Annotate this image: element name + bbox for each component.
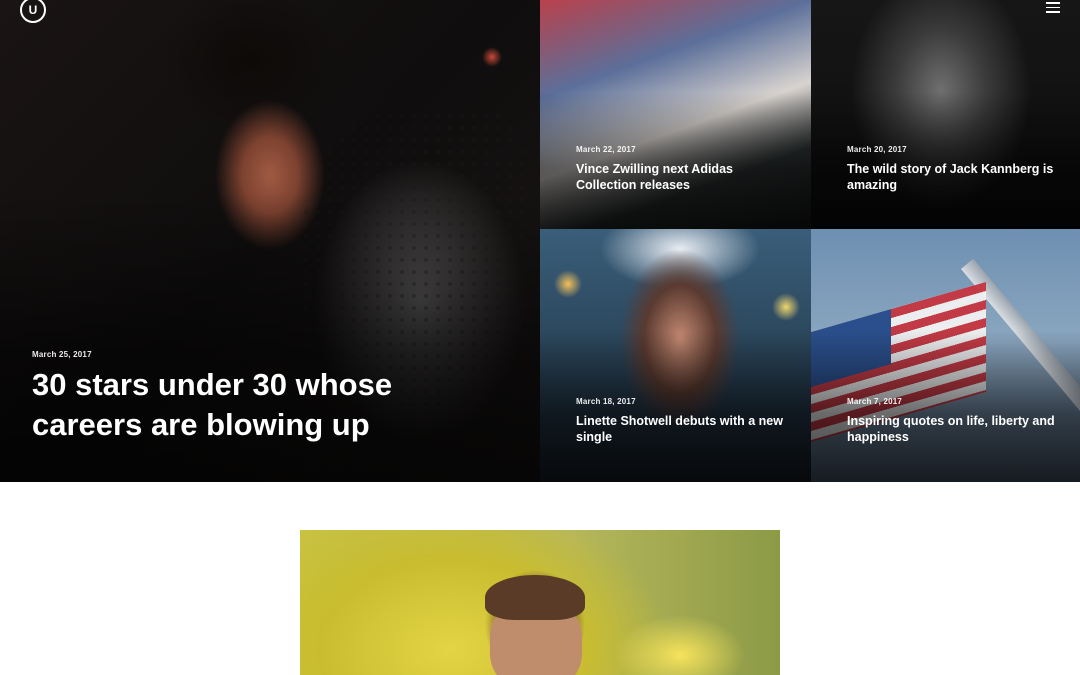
post-title[interactable]: The wild story of Jack Kannberg is amazi…: [847, 161, 1057, 193]
post-meta: March 22, 2017 Vince Zwilling next Adida…: [576, 145, 786, 193]
featured-post-tile[interactable]: March 20, 2017 The wild story of Jack Ka…: [811, 0, 1080, 229]
post-featured-image[interactable]: [300, 530, 780, 675]
post-date: March 25, 2017: [32, 350, 92, 359]
post-title[interactable]: 30 stars under 30 whose careers are blow…: [32, 365, 432, 445]
featured-post-main[interactable]: March 25, 2017 30 stars under 30 whose c…: [0, 0, 540, 482]
post-meta: March 7, 2017 Inspiring quotes on life, …: [847, 397, 1062, 445]
menu-line: [1046, 2, 1060, 4]
post-meta: March 20, 2017 The wild story of Jack Ka…: [847, 145, 1057, 193]
post-date: March 22, 2017: [576, 145, 636, 154]
featured-post-tile[interactable]: March 7, 2017 Inspiring quotes on life, …: [811, 229, 1080, 482]
post-title[interactable]: Vince Zwilling next Adidas Collection re…: [576, 161, 786, 193]
featured-hero: U March 25, 2017 30 stars under 30 whose…: [0, 0, 1080, 482]
post-title[interactable]: Inspiring quotes on life, liberty and ha…: [847, 413, 1062, 445]
logo-letter: U: [28, 3, 38, 17]
post-title[interactable]: Linette Shotwell debuts with a new singl…: [576, 413, 791, 445]
featured-post-tile[interactable]: March 22, 2017 Vince Zwilling next Adida…: [540, 0, 811, 229]
post-date: March 18, 2017: [576, 397, 636, 406]
featured-post-tile[interactable]: March 18, 2017 Linette Shotwell debuts w…: [540, 229, 811, 482]
post-meta: March 18, 2017 Linette Shotwell debuts w…: [576, 397, 791, 445]
post-date: March 7, 2017: [847, 397, 903, 406]
menu-line: [1046, 11, 1060, 13]
hamburger-icon[interactable]: [1046, 2, 1060, 13]
post-date: March 20, 2017: [847, 145, 907, 154]
person-hair-image: [485, 575, 585, 620]
post-meta: March 25, 2017 30 stars under 30 whose c…: [32, 350, 432, 445]
menu-line: [1046, 6, 1060, 8]
